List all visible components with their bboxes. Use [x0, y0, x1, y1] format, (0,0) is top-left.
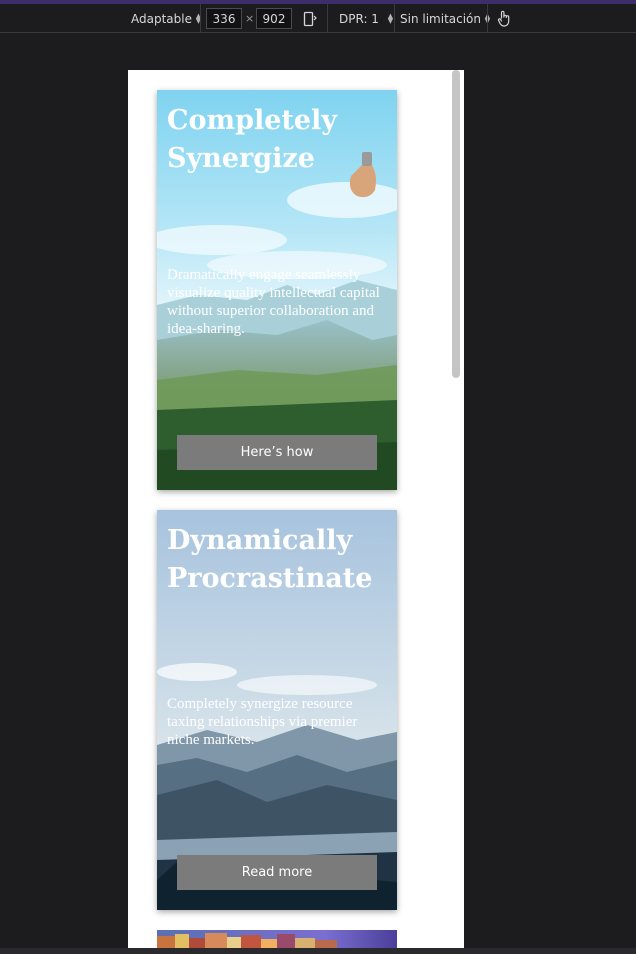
toolbar-divider [487, 4, 488, 33]
heres-how-button[interactable]: Here’s how [177, 435, 377, 470]
read-more-button[interactable]: Read more [177, 855, 377, 890]
scrollbar-thumb[interactable] [452, 70, 460, 378]
card-description: Dramatically engage seamlessly visualize… [167, 267, 380, 337]
touch-simulation-button[interactable] [497, 4, 511, 33]
throttling-label: Sin limitación [400, 11, 481, 26]
rotate-device-icon [303, 11, 317, 26]
toolbar-divider [327, 4, 328, 33]
card-title: Completely Synergize [167, 105, 337, 174]
dpr-label: DPR: 1 [339, 11, 379, 26]
dimension-separator: × [245, 12, 255, 25]
responsive-design-toolbar: Adaptable ▲ ▼ 336 × 902 DPR: 1 ▲ ▼ Sin lim… [0, 4, 636, 33]
toolbar-divider [394, 4, 395, 33]
card-title: Dynamically Procrastinate [167, 525, 373, 594]
feature-card: Dynamically Procrastinate Completely syn… [157, 510, 397, 910]
page-scrollbar[interactable] [452, 70, 460, 954]
touch-hand-icon [497, 10, 510, 27]
toolbar-divider [200, 4, 201, 33]
network-throttling-select[interactable]: Sin limitación ▲▼ [400, 4, 491, 33]
select-arrows-icon: ▲▼ [387, 11, 394, 25]
viewport-height-input[interactable]: 902 [256, 8, 292, 29]
rotate-viewport-button[interactable] [303, 4, 317, 33]
feature-card: Completely Synergize Dramatically engage… [157, 90, 397, 490]
device-mode-label: Adaptable [131, 11, 192, 26]
window-bottom-edge [0, 948, 636, 954]
page-viewport: Completely Synergize Dramatically engage… [128, 70, 464, 954]
dpr-select[interactable]: DPR: 1 ▲ ▼ [339, 4, 394, 33]
card-description: Completely synergize resource taxing rel… [167, 696, 358, 748]
device-mode-select[interactable]: Adaptable ▲ ▼ [131, 4, 202, 33]
viewport-width-input[interactable]: 336 [206, 8, 242, 29]
